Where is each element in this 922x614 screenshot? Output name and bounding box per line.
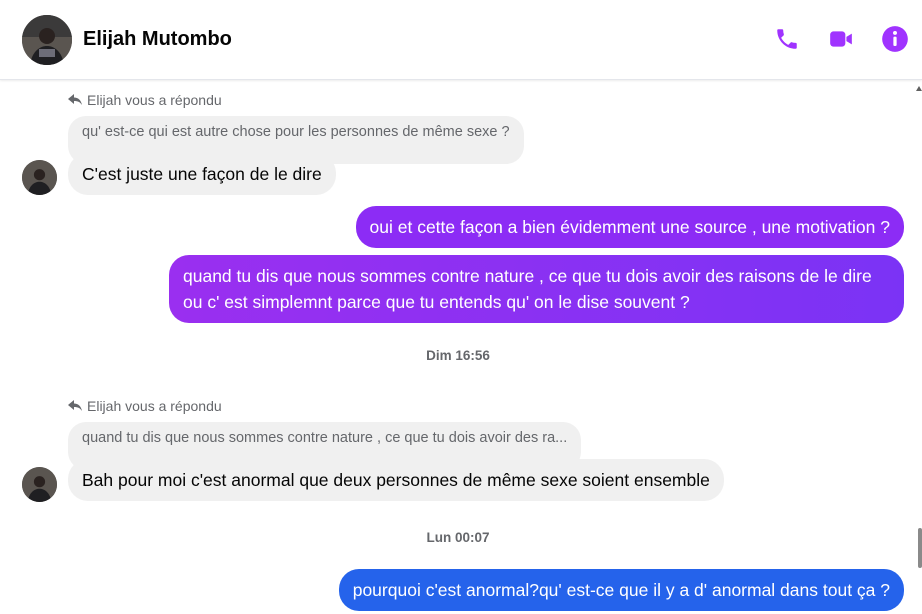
reply-indicator-text: Elijah vous a répondu [87,398,222,414]
scroll-up-arrow-icon[interactable] [916,86,922,91]
sender-avatar [22,160,57,195]
reply-indicator: Elijah vous a répondu [68,398,222,414]
phone-icon [777,29,797,49]
incoming-message[interactable]: Bah pour moi c'est anormal que deux pers… [68,459,724,501]
timestamp: Dim 16:56 [426,348,490,363]
reply-indicator-text: Elijah vous a répondu [87,92,222,108]
reply-arrow-icon [68,400,82,411]
audio-call-button[interactable] [772,24,802,54]
scrollbar-thumb[interactable] [918,528,922,568]
sender-avatar [22,467,57,502]
info-icon [882,26,908,52]
message-thread[interactable]: Elijah vous a répondu qu' est-ce qui est… [0,80,916,614]
reply-indicator: Elijah vous a répondu [68,92,222,108]
incoming-message[interactable]: C'est juste une façon de le dire [68,153,336,195]
contact-name[interactable]: Elijah Mutombo [83,28,232,51]
timestamp: Lun 00:07 [426,530,490,545]
outgoing-message[interactable]: pourquoi c'est anormal?qu' est-ce que il… [338,569,904,611]
reply-arrow-icon [68,94,82,105]
contact-avatar[interactable] [22,14,72,65]
outgoing-message[interactable]: oui et cette façon a bien évidemment une… [355,206,904,248]
conversation-info-button[interactable] [880,24,910,54]
conversation-header: Elijah Mutombo [0,0,922,80]
video-call-button[interactable] [826,24,856,54]
video-camera-icon [830,31,852,47]
outgoing-message[interactable]: quand tu dis que nous sommes contre natu… [169,255,904,323]
